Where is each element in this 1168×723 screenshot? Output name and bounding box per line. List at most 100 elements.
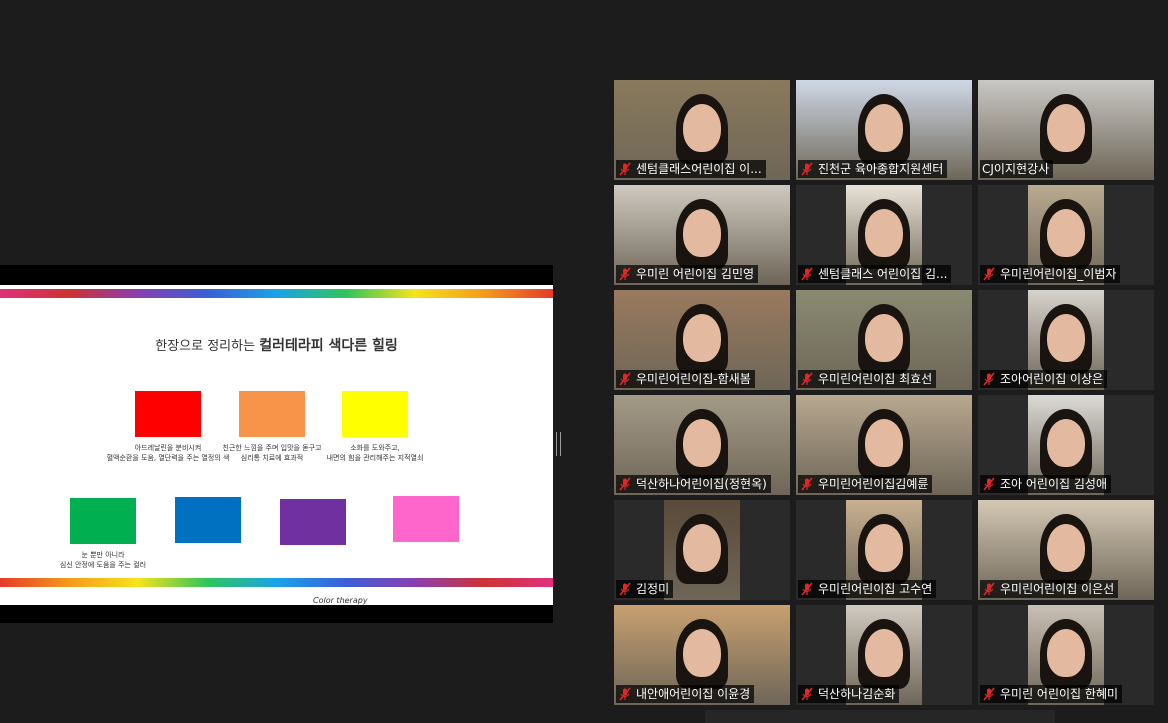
participant-nameplate: 내안애어린이집 이윤경 bbox=[616, 685, 755, 703]
person-face bbox=[865, 314, 903, 362]
mic-muted-icon bbox=[801, 582, 813, 596]
participant-tile[interactable]: 조아어린이집 이상은 bbox=[978, 290, 1154, 390]
mic-muted-icon bbox=[801, 162, 813, 176]
participant-tile[interactable]: 조아 어린이집 김성애 bbox=[978, 395, 1154, 495]
swatch-caption-4: 눈 뿐만 아니라 심신 안정에 도움을 주는 컬러 bbox=[59, 551, 147, 569]
participant-name: 덕산하나어린이집(정현옥) bbox=[636, 477, 767, 491]
mic-muted-icon bbox=[619, 582, 631, 596]
mic-muted-icon bbox=[619, 687, 631, 701]
person-face bbox=[683, 629, 721, 677]
participant-tile[interactable]: 우미린 어린이집 한혜미 bbox=[978, 605, 1154, 705]
participant-name: 조아 어린이집 김성애 bbox=[1000, 477, 1107, 491]
rainbow-stripe-bottom bbox=[0, 578, 553, 587]
participant-name: 덕산하나김순화 bbox=[818, 687, 896, 701]
person-face bbox=[683, 419, 721, 467]
participant-tile[interactable]: 우미린 어린이집 김민영 bbox=[614, 185, 790, 285]
participant-nameplate: 덕산하나어린이집(정현옥) bbox=[616, 475, 771, 493]
brand-label: Color therapy bbox=[313, 596, 368, 605]
color-swatch-5 bbox=[175, 497, 241, 543]
participant-nameplate: 우미린어린이집 고수연 bbox=[798, 580, 937, 598]
participant-nameplate: 센텀클래스 어린이집 김... bbox=[798, 265, 952, 283]
participant-tile[interactable]: 우미린어린이집-함새봄 bbox=[614, 290, 790, 390]
participant-tile[interactable]: 김정미 bbox=[614, 500, 790, 600]
person-face bbox=[1047, 419, 1085, 467]
person-face bbox=[683, 209, 721, 257]
participant-nameplate: 우미린 어린이집 한혜미 bbox=[980, 685, 1123, 703]
participant-nameplate: 덕산하나김순화 bbox=[798, 685, 900, 703]
participant-tile[interactable]: 내안애어린이집 이윤경 bbox=[614, 605, 790, 705]
mic-muted-icon bbox=[983, 477, 995, 491]
participant-nameplate: 우미린어린이집 이은선 bbox=[980, 580, 1119, 598]
mic-muted-icon bbox=[801, 477, 813, 491]
person-face bbox=[865, 419, 903, 467]
participant-tile[interactable]: 센텀클래스 어린이집 김... bbox=[796, 185, 972, 285]
mic-muted-icon bbox=[801, 267, 813, 281]
participant-name: 우미린어린이집 최효선 bbox=[818, 372, 933, 386]
participant-tile[interactable]: CJ이지현강사 bbox=[978, 80, 1154, 180]
participant-name: 우미린어린이집김예륜 bbox=[818, 477, 929, 491]
participant-nameplate: CJ이지현강사 bbox=[980, 160, 1054, 178]
participant-name: 김정미 bbox=[636, 582, 670, 596]
person-face bbox=[683, 524, 721, 572]
participant-nameplate: 조아 어린이집 김성애 bbox=[980, 475, 1111, 493]
participant-name: 우미린 어린이집 한혜미 bbox=[1000, 687, 1119, 701]
participant-name: 우미린어린이집 이은선 bbox=[1000, 582, 1115, 596]
rainbow-stripe-top bbox=[0, 289, 553, 298]
participant-nameplate: 센텀클래스어린이집 이... bbox=[616, 160, 766, 178]
participant-name: 내안애어린이집 이윤경 bbox=[636, 687, 751, 701]
color-swatch-7 bbox=[393, 496, 459, 542]
color-swatch-2 bbox=[239, 391, 305, 437]
participant-tile[interactable]: 덕산하나어린이집(정현옥) bbox=[614, 395, 790, 495]
mic-muted-icon bbox=[619, 477, 631, 491]
presentation-slide: 한장으로 정리하는 컬러테라피 색다른 힐링 아드레날린을 분비시켜 혈액순환을 … bbox=[0, 285, 553, 605]
participant-tile[interactable]: 우미린어린이집 고수연 bbox=[796, 500, 972, 600]
participant-tile[interactable]: 센텀클래스어린이집 이... bbox=[614, 80, 790, 180]
person-face bbox=[1047, 524, 1085, 572]
participant-nameplate: 우미린어린이집-함새봄 bbox=[616, 370, 755, 388]
person-face bbox=[1047, 209, 1085, 257]
mic-muted-icon bbox=[801, 687, 813, 701]
participant-name: 우미린어린이집 고수연 bbox=[818, 582, 933, 596]
participant-tile[interactable]: 우미린어린이집_이범자 bbox=[978, 185, 1154, 285]
mic-muted-icon bbox=[619, 162, 631, 176]
person-face bbox=[1047, 314, 1085, 362]
shared-screen: 한장으로 정리하는 컬러테라피 색다른 힐링 아드레날린을 분비시켜 혈액순환을 … bbox=[0, 265, 553, 623]
person-face bbox=[865, 524, 903, 572]
color-swatch-4 bbox=[70, 498, 136, 544]
person-face bbox=[1047, 629, 1085, 677]
participant-name: 진천군 육아종합지원센터 bbox=[818, 162, 944, 176]
participant-nameplate: 우미린어린이집김예륜 bbox=[798, 475, 933, 493]
slide-title-bold: 컬러테라피 색다른 힐링 bbox=[259, 338, 398, 354]
scrollbar[interactable] bbox=[705, 710, 1055, 723]
mic-muted-icon bbox=[801, 372, 813, 386]
person-face bbox=[1047, 104, 1085, 152]
mic-muted-icon bbox=[983, 372, 995, 386]
person-face bbox=[865, 629, 903, 677]
participant-nameplate: 우미린어린이집_이범자 bbox=[980, 265, 1121, 283]
participant-nameplate: 진천군 육아종합지원센터 bbox=[798, 160, 948, 178]
participant-name: 센텀클래스어린이집 이... bbox=[636, 162, 762, 176]
participant-name: 조아어린이집 이상은 bbox=[1000, 372, 1104, 386]
color-swatch-3 bbox=[342, 391, 408, 437]
participant-name: 우미린어린이집-함새봄 bbox=[636, 372, 751, 386]
mic-muted-icon bbox=[983, 582, 995, 596]
person-face bbox=[683, 314, 721, 362]
color-swatch-6 bbox=[280, 499, 346, 545]
split-handle[interactable] bbox=[556, 432, 561, 456]
mic-muted-icon bbox=[983, 267, 995, 281]
mic-muted-icon bbox=[619, 267, 631, 281]
participant-tile[interactable]: 덕산하나김순화 bbox=[796, 605, 972, 705]
participant-nameplate: 우미린어린이집 최효선 bbox=[798, 370, 937, 388]
slide-title: 한장으로 정리하는 컬러테라피 색다른 힐링 bbox=[0, 335, 553, 355]
person-face bbox=[865, 104, 903, 152]
participant-name: 우미린 어린이집 김민영 bbox=[636, 267, 755, 281]
participant-name: 센텀클래스 어린이집 김... bbox=[818, 267, 948, 281]
color-swatch-1 bbox=[135, 391, 201, 437]
participant-tile[interactable]: 우미린어린이집김예륜 bbox=[796, 395, 972, 495]
participant-video bbox=[664, 500, 740, 600]
participant-tile[interactable]: 우미린어린이집 최효선 bbox=[796, 290, 972, 390]
slide-title-regular: 한장으로 정리하는 bbox=[155, 339, 256, 354]
swatch-caption-3: 소화를 도와주고, 내면의 힘을 관리해주는 지적열쇠 bbox=[326, 444, 424, 462]
participant-tile[interactable]: 진천군 육아종합지원센터 bbox=[796, 80, 972, 180]
participant-tile[interactable]: 우미린어린이집 이은선 bbox=[978, 500, 1154, 600]
